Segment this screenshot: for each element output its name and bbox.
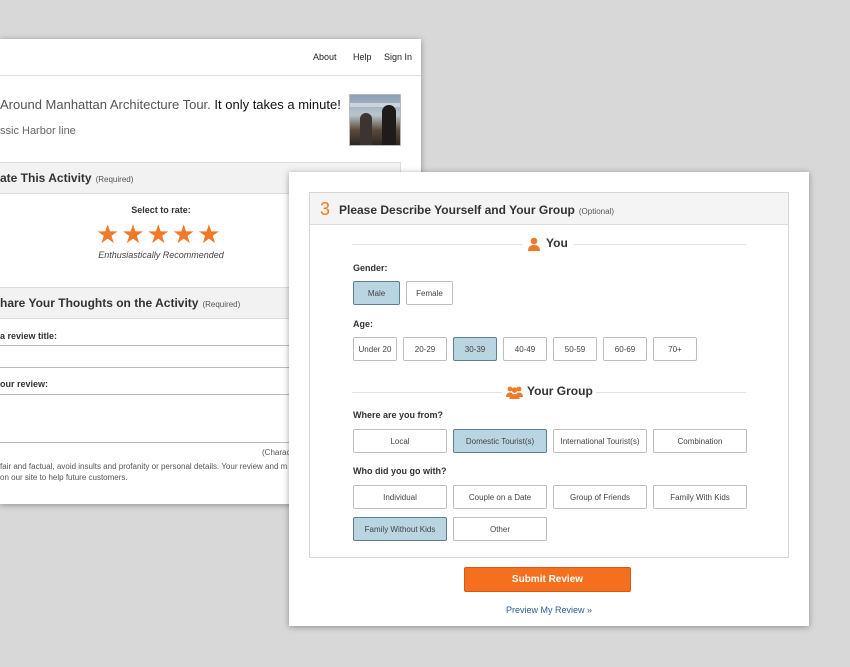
step-number: 3	[320, 199, 331, 219]
star-4-icon[interactable]: ★	[172, 221, 195, 247]
from-option-combination[interactable]: Combination	[653, 429, 747, 453]
review-title-label: a review title:	[0, 331, 58, 341]
you-label: You	[546, 236, 568, 250]
thoughts-required: (Required)	[202, 300, 241, 309]
thoughts-section-title: hare Your Thoughts on the Activity	[0, 296, 199, 310]
review-body-textarea[interactable]	[0, 394, 300, 395]
age-option-20-29[interactable]: 20-29	[403, 337, 447, 361]
from-option-local[interactable]: Local	[353, 429, 447, 453]
character-count: (Charac	[262, 448, 291, 457]
rate-required: (Required)	[95, 175, 134, 184]
with-option-family-without-kids[interactable]: Family Without Kids	[353, 517, 447, 541]
gender-option-male[interactable]: Male	[353, 281, 400, 305]
star-2-icon[interactable]: ★	[121, 221, 144, 247]
group-icon	[506, 386, 523, 399]
review-body-label: our review:	[0, 379, 49, 389]
guidelines-text-1: fair and factual, avoid insults and prof…	[0, 462, 288, 471]
age-option-under-20[interactable]: Under 20	[353, 337, 397, 361]
activity-photo	[349, 94, 401, 146]
intro-tagline: It only takes a minute!	[210, 97, 341, 112]
star-5-icon[interactable]: ★	[197, 221, 220, 247]
top-nav: About Help Sign In	[0, 39, 421, 76]
with-option-group-of-friends[interactable]: Group of Friends	[553, 485, 647, 509]
with-option-couple-on-a-date[interactable]: Couple on a Date	[453, 485, 547, 509]
describe-optional: (Optional)	[578, 207, 614, 216]
submit-review-button[interactable]: Submit Review	[464, 567, 631, 592]
activity-name: Around Manhattan Architecture Tour.	[0, 97, 211, 112]
with-option-individual[interactable]: Individual	[353, 485, 447, 509]
age-option-60-69[interactable]: 60-69	[603, 337, 647, 361]
describe-yourself-card: 3 Please Describe Yourself and Your Grou…	[289, 172, 809, 626]
select-to-rate-label: Select to rate:	[131, 205, 191, 215]
with-option-other[interactable]: Other	[453, 517, 547, 541]
age-label: Age:	[353, 319, 373, 329]
intro-text: Around Manhattan Architecture Tour. It o…	[0, 97, 341, 112]
who-with-label: Who did you go with?	[353, 466, 447, 476]
from-option-international-tourist-s[interactable]: International Tourist(s)	[553, 429, 647, 453]
age-option-70[interactable]: 70+	[653, 337, 697, 361]
rating-description: Enthusiastically Recommended	[98, 250, 224, 260]
from-option-domestic-tourist-s[interactable]: Domestic Tourist(s)	[453, 429, 547, 453]
review-title-input[interactable]	[0, 345, 300, 346]
rate-section-title: ate This Activity	[0, 171, 92, 185]
intro-subtext: ssic Harbor line	[0, 125, 76, 137]
nav-about-link[interactable]: About	[313, 52, 337, 62]
age-option-40-49[interactable]: 40-49	[503, 337, 547, 361]
gender-option-female[interactable]: Female	[406, 281, 453, 305]
group-subheading: Your Group	[352, 384, 746, 400]
where-from-label: Where are you from?	[353, 410, 444, 420]
describe-title: Please Describe Yourself and Your Group	[339, 203, 575, 217]
age-option-30-39[interactable]: 30-39	[453, 337, 497, 361]
guidelines-text-2: on our site to help future customers.	[0, 473, 128, 482]
star-3-icon[interactable]: ★	[147, 221, 170, 247]
your-group-label: Your Group	[527, 384, 593, 398]
age-option-50-59[interactable]: 50-59	[553, 337, 597, 361]
nav-help-link[interactable]: Help	[353, 52, 372, 62]
star-rating[interactable]: ★ ★ ★ ★ ★	[96, 221, 221, 247]
star-1-icon[interactable]: ★	[96, 221, 119, 247]
review-body-textarea-bottom	[0, 442, 300, 443]
gender-label: Gender:	[353, 263, 388, 273]
person-icon	[528, 237, 540, 251]
review-title-input-bottom	[0, 367, 300, 368]
nav-signin-link[interactable]: Sign In	[384, 52, 412, 62]
with-option-family-with-kids[interactable]: Family With Kids	[653, 485, 747, 509]
preview-review-link[interactable]: Preview My Review »	[289, 605, 809, 615]
describe-panel: 3 Please Describe Yourself and Your Grou…	[309, 192, 789, 558]
you-subheading: You	[352, 236, 746, 252]
describe-header: 3 Please Describe Yourself and Your Grou…	[310, 193, 788, 225]
